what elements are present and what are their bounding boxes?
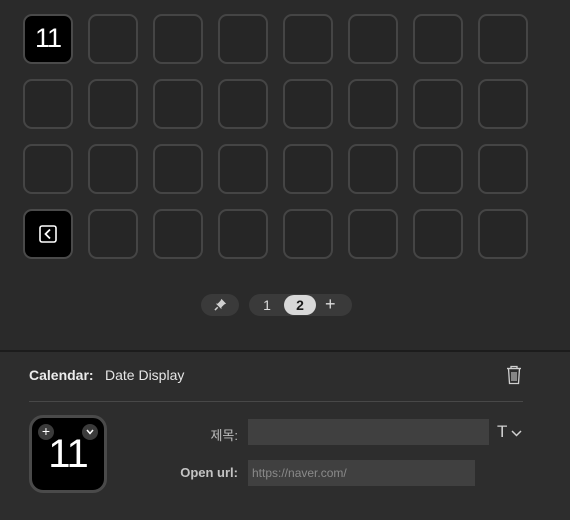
empty-key[interactable] xyxy=(218,209,268,259)
title-input[interactable] xyxy=(248,419,489,445)
empty-key[interactable] xyxy=(348,209,398,259)
empty-key[interactable] xyxy=(413,14,463,64)
key-back[interactable] xyxy=(23,209,73,259)
empty-key[interactable] xyxy=(348,144,398,194)
add-state-button[interactable]: + xyxy=(38,424,54,440)
key-date-text: 11 xyxy=(34,23,62,53)
page-2-button[interactable]: 2 xyxy=(284,295,316,315)
empty-key[interactable] xyxy=(153,79,203,129)
preview-options-button[interactable] xyxy=(82,424,98,440)
empty-key[interactable] xyxy=(478,209,528,259)
open-url-input[interactable] xyxy=(248,460,475,486)
empty-key[interactable] xyxy=(283,209,333,259)
property-inspector: Calendar: Date Display 11 + 제목: T Open u… xyxy=(0,352,570,520)
empty-key[interactable] xyxy=(218,14,268,64)
chevron-down-icon xyxy=(86,429,94,435)
trash-icon[interactable] xyxy=(505,365,523,385)
pin-page-button[interactable] xyxy=(201,294,239,316)
empty-key[interactable] xyxy=(413,144,463,194)
section-divider xyxy=(29,401,523,402)
empty-key[interactable] xyxy=(218,144,268,194)
empty-key[interactable] xyxy=(88,209,138,259)
empty-key[interactable] xyxy=(283,14,333,64)
text-style-button[interactable]: T xyxy=(497,422,507,442)
pin-icon xyxy=(214,298,227,311)
empty-key[interactable] xyxy=(283,144,333,194)
title-label: 제목: xyxy=(210,428,238,443)
empty-key[interactable] xyxy=(88,79,138,129)
empty-key[interactable] xyxy=(348,79,398,129)
empty-key[interactable] xyxy=(218,79,268,129)
empty-key[interactable] xyxy=(88,14,138,64)
back-arrow-icon xyxy=(39,225,57,243)
empty-key[interactable] xyxy=(88,144,138,194)
empty-key[interactable] xyxy=(153,209,203,259)
empty-key[interactable] xyxy=(413,209,463,259)
empty-key[interactable] xyxy=(23,144,73,194)
action-name: Date Display xyxy=(105,367,185,383)
empty-key[interactable] xyxy=(413,79,463,129)
empty-key[interactable] xyxy=(153,144,203,194)
empty-key[interactable] xyxy=(283,79,333,129)
chevron-down-icon[interactable] xyxy=(511,430,522,437)
empty-key[interactable] xyxy=(478,14,528,64)
page-selector: 1 2 + xyxy=(249,294,352,316)
add-page-button[interactable]: + xyxy=(325,294,336,315)
key-calendar-date[interactable]: 11 xyxy=(23,14,73,64)
empty-key[interactable] xyxy=(153,14,203,64)
empty-key[interactable] xyxy=(478,79,528,129)
key-preview[interactable]: 11 + xyxy=(29,415,107,493)
empty-key[interactable] xyxy=(348,14,398,64)
page-1-button[interactable]: 1 xyxy=(257,297,277,313)
empty-key[interactable] xyxy=(23,79,73,129)
open-url-label: Open url: xyxy=(180,465,238,480)
empty-key[interactable] xyxy=(478,144,528,194)
plugin-label: Calendar: xyxy=(29,367,94,383)
